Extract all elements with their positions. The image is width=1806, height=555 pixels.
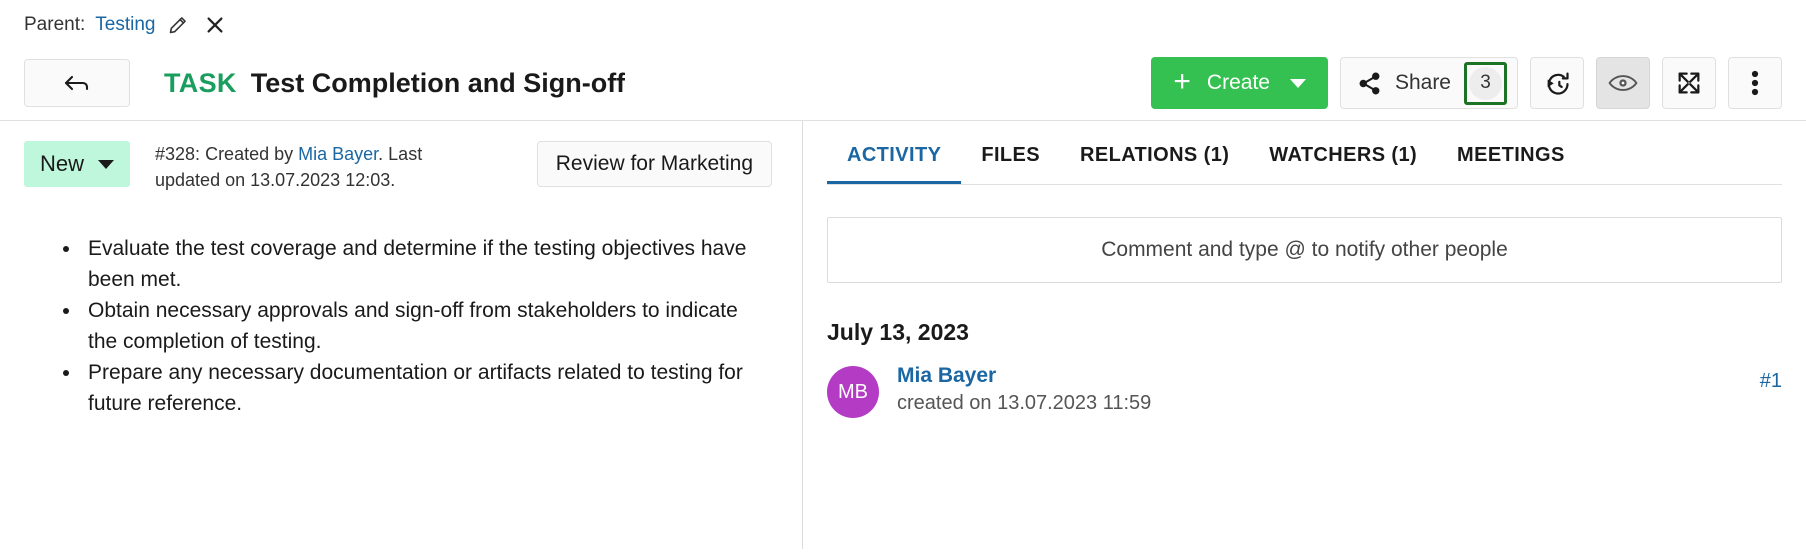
close-icon[interactable] [201, 14, 229, 36]
breadcrumb-label: Parent: [24, 14, 85, 36]
back-arrow-icon [62, 72, 92, 94]
tab-meetings[interactable]: MEETINGS [1437, 144, 1585, 184]
list-item: Prepare any necessary documentation or a… [82, 357, 754, 419]
review-for-marketing-button[interactable]: Review for Marketing [537, 141, 772, 187]
work-package-subject[interactable]: Test Completion and Sign-off [251, 68, 625, 99]
breadcrumb: Parent: Testing [0, 0, 1806, 46]
list-item: Obtain necessary approvals and sign-off … [82, 295, 754, 357]
description-bullet-list: Evaluate the test coverage and determine… [56, 233, 754, 419]
header-toolbar: + Create Share 3 [1151, 57, 1782, 109]
tab-bar: ACTIVITY FILES RELATIONS (1) WATCHERS (1… [827, 121, 1782, 185]
activity-user-link[interactable]: Mia Bayer [897, 364, 996, 388]
tab-activity[interactable]: ACTIVITY [827, 144, 961, 184]
activity-date-heading: July 13, 2023 [827, 319, 1782, 346]
work-package-id: #328: [155, 144, 200, 164]
status-badge[interactable]: New [24, 141, 130, 187]
share-count-badge: 3 [1469, 67, 1502, 100]
share-button-label: Share [1395, 71, 1451, 95]
share-icon [1357, 71, 1382, 96]
status-badge-label: New [40, 151, 84, 177]
share-button[interactable]: Share 3 [1340, 57, 1518, 109]
left-pane: New #328: Created by Mia Bayer. Last upd… [0, 121, 803, 549]
chevron-down-icon [98, 160, 114, 169]
pencil-icon[interactable] [165, 15, 191, 35]
share-count-highlight: 3 [1464, 62, 1507, 105]
work-package-body: New #328: Created by Mia Bayer. Last upd… [0, 120, 1806, 549]
author-link[interactable]: Mia Bayer [298, 144, 378, 164]
time-tracking-icon[interactable] [1530, 57, 1584, 109]
page-title: TASK Test Completion and Sign-off [164, 68, 1151, 99]
tab-relations[interactable]: RELATIONS (1) [1060, 144, 1249, 184]
avatar[interactable]: MB [827, 366, 879, 418]
fullscreen-icon[interactable] [1662, 57, 1716, 109]
created-by-prefix: Created by [200, 144, 298, 164]
header-bar: TASK Test Completion and Sign-off + Crea… [0, 46, 1806, 120]
breadcrumb-parent-link[interactable]: Testing [95, 14, 155, 36]
tab-watchers[interactable]: WATCHERS (1) [1249, 144, 1437, 184]
create-button[interactable]: + Create [1151, 57, 1328, 109]
plus-icon: + [1173, 67, 1191, 97]
activity-entry-text: Mia Bayer created on 13.07.2023 11:59 [897, 364, 1742, 415]
create-button-label: Create [1207, 71, 1270, 95]
status-row: New #328: Created by Mia Bayer. Last upd… [0, 121, 802, 193]
work-package-type: TASK [164, 68, 237, 99]
description: Evaluate the test coverage and determine… [0, 193, 802, 419]
work-package-meta: #328: Created by Mia Bayer. Last updated… [155, 141, 485, 193]
back-button[interactable] [24, 59, 130, 107]
activity-timestamp: created on 13.07.2023 11:59 [897, 392, 1742, 415]
chevron-down-icon [1290, 79, 1306, 88]
activity-anchor-link[interactable]: #1 [1760, 364, 1782, 393]
right-pane: ACTIVITY FILES RELATIONS (1) WATCHERS (1… [803, 121, 1806, 549]
comment-input[interactable]: Comment and type @ to notify other peopl… [827, 217, 1782, 283]
activity-entry: MB Mia Bayer created on 13.07.2023 11:59… [827, 364, 1782, 418]
more-vertical-icon[interactable] [1728, 57, 1782, 109]
eye-icon[interactable] [1596, 57, 1650, 109]
tab-files[interactable]: FILES [961, 144, 1060, 184]
list-item: Evaluate the test coverage and determine… [82, 233, 754, 295]
comment-placeholder: Comment and type @ to notify other peopl… [1101, 238, 1508, 262]
